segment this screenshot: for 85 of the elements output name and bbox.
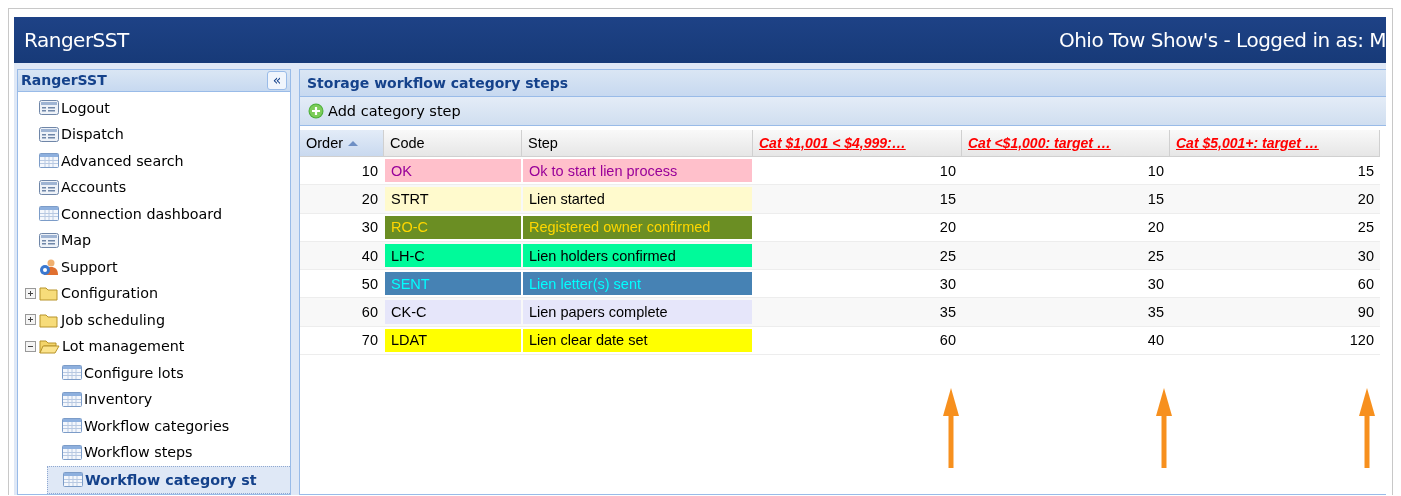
table-cell-text: 35 (938, 303, 957, 323)
sidebar-title: RangerSST (21, 72, 107, 89)
tree-item[interactable]: Workflow category st (47, 465, 290, 494)
table-cell-text: 60 (938, 331, 957, 351)
table-cell-text: 25 (1146, 246, 1165, 266)
table-icon (63, 471, 83, 489)
table-cell-text: 40 (360, 246, 379, 266)
table-cell: STRT (391, 190, 429, 207)
add-icon (308, 103, 324, 119)
list-window-icon (39, 231, 59, 249)
tree-item[interactable]: Accounts (24, 174, 167, 201)
table-cell-text: 70 (360, 331, 379, 351)
table-cell-text: 35 (1146, 303, 1165, 323)
table-icon (62, 390, 82, 408)
table-cell-text: 30 (938, 274, 957, 294)
add-category-step-button[interactable]: Add category step (306, 103, 463, 119)
table-cell: Lien letter(s) sent (529, 275, 642, 292)
tree-item[interactable]: Support (24, 253, 158, 280)
table-cell-text: 20 (938, 218, 957, 238)
table-cell-text: 20 (1146, 218, 1165, 238)
tree-item[interactable]: Configuration (24, 280, 198, 307)
table-cell-text: 120 (1348, 331, 1375, 351)
logged-in-info: Ohio Tow Show's - Logged in as: M (1058, 28, 1386, 52)
tree-item[interactable]: Advanced search (24, 147, 224, 174)
tree-item[interactable]: Workflow categories (47, 412, 270, 439)
table-cell-text: 60 (360, 303, 379, 323)
table-cell: Lien clear date set (529, 332, 648, 349)
table-icon (39, 205, 59, 223)
table-cell-text: 15 (1146, 189, 1165, 209)
open-folder-icon (39, 337, 60, 356)
table-icon (62, 364, 82, 382)
table-cell: OK (391, 162, 412, 179)
table-cell: Ok to start lien process (529, 162, 678, 179)
table-cell-text: 10 (360, 161, 379, 181)
column-header[interactable]: Order (300, 130, 384, 157)
list-window-icon (39, 178, 59, 196)
table-cell-text: 10 (1146, 161, 1165, 181)
table-cell-text: 15 (1356, 161, 1375, 181)
table-cell-text: 60 (1356, 274, 1375, 294)
column-header[interactable]: Step (522, 130, 753, 157)
expand-icon (25, 287, 36, 299)
table-icon (62, 443, 82, 461)
sort-ascending-icon (348, 139, 359, 147)
tree-item[interactable]: Dispatch (24, 121, 164, 148)
tree-item[interactable]: Workflow steps (47, 439, 233, 466)
table-cell-text: 20 (1356, 189, 1375, 209)
table-cell-text: 25 (938, 246, 957, 266)
app-title: RangerSST (24, 28, 129, 52)
table-cell-text: 20 (360, 189, 379, 209)
folder-icon (39, 284, 59, 303)
tree-item[interactable]: Map (24, 227, 132, 254)
table-cell: RO-C (391, 219, 429, 236)
tree-item[interactable]: Lot management (24, 333, 225, 360)
table-cell: CK-C (391, 304, 427, 321)
table-cell: Lien papers complete (529, 304, 668, 321)
collapse-icon (25, 340, 36, 352)
list-window-icon (39, 125, 59, 143)
list-window-icon (39, 99, 59, 117)
tree-item[interactable]: Connection dashboard (24, 200, 263, 227)
tree-item[interactable]: Configure lots (47, 359, 224, 386)
collapse-button[interactable]: « (267, 70, 287, 90)
expand-icon (25, 314, 36, 326)
table-cell-text: 40 (1146, 331, 1165, 351)
column-header[interactable]: Code (384, 130, 522, 157)
table-cell: LDAT (391, 332, 427, 349)
table-cell-text: 25 (1356, 218, 1375, 238)
table-cell: LH-C (391, 247, 425, 264)
table-cell-text: 15 (938, 189, 957, 209)
table-cell-text: 30 (360, 218, 379, 238)
tree-item[interactable]: Job scheduling (24, 306, 205, 333)
table-icon (39, 152, 59, 170)
table-cell: SENT (391, 275, 430, 292)
table-cell: Lien holders confirmed (529, 247, 676, 264)
support-person-icon (39, 257, 59, 276)
table-cell-text: 90 (1356, 303, 1375, 323)
table-cell: Lien started (529, 190, 605, 207)
table-cell-text: 10 (938, 161, 957, 181)
tree-item[interactable]: Inventory (47, 386, 193, 413)
table-cell-text: 30 (1356, 246, 1375, 266)
panel-title: Storage workflow category steps (300, 70, 1386, 97)
table-cell-text: 50 (360, 274, 379, 294)
table-icon (62, 417, 82, 435)
table-cell-text: 30 (1146, 274, 1165, 294)
table-cell: Registered owner confirmed (529, 219, 711, 236)
tree-item[interactable]: Logout (24, 94, 150, 121)
